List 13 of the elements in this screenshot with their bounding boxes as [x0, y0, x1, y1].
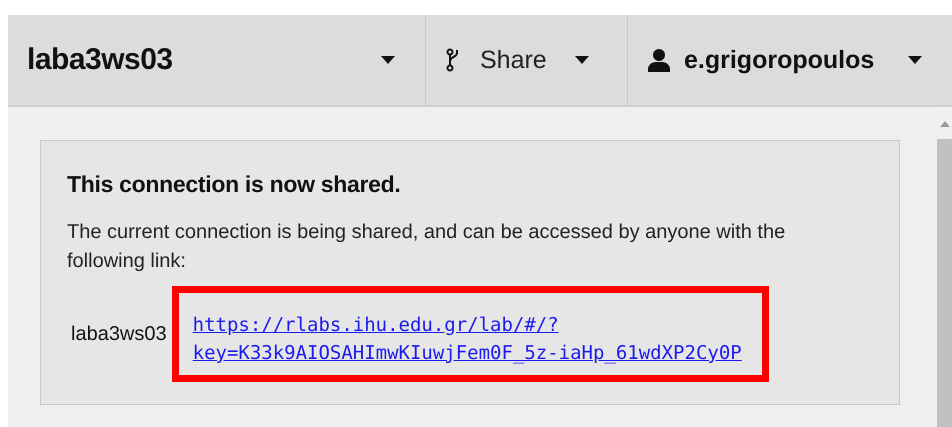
caret-icon	[574, 56, 589, 64]
notification-message: The current connection is being shared, and can be accessed by anyone with the following link:	[67, 220, 786, 274]
branch-icon	[446, 48, 460, 72]
user-menu[interactable]: e.grigoropoulos	[628, 15, 952, 105]
share-menu[interactable]: Share	[426, 15, 628, 105]
connection-name: laba3ws03	[71, 322, 167, 346]
caret-icon	[908, 56, 922, 64]
caret-icon	[381, 56, 395, 64]
notification-title: This connection is now shared.	[67, 171, 402, 198]
connection-menu[interactable]: laba3ws03	[8, 15, 426, 105]
scroll-up-icon[interactable]	[940, 121, 950, 127]
share-link[interactable]: https://rlabs.ihu.edu.gr/lab/#/? key=K33k9AIOSAHImwKIuwjFem0F_5z-iaHp_61wdXP2Cy0P	[192, 311, 742, 367]
user-icon	[648, 48, 670, 72]
